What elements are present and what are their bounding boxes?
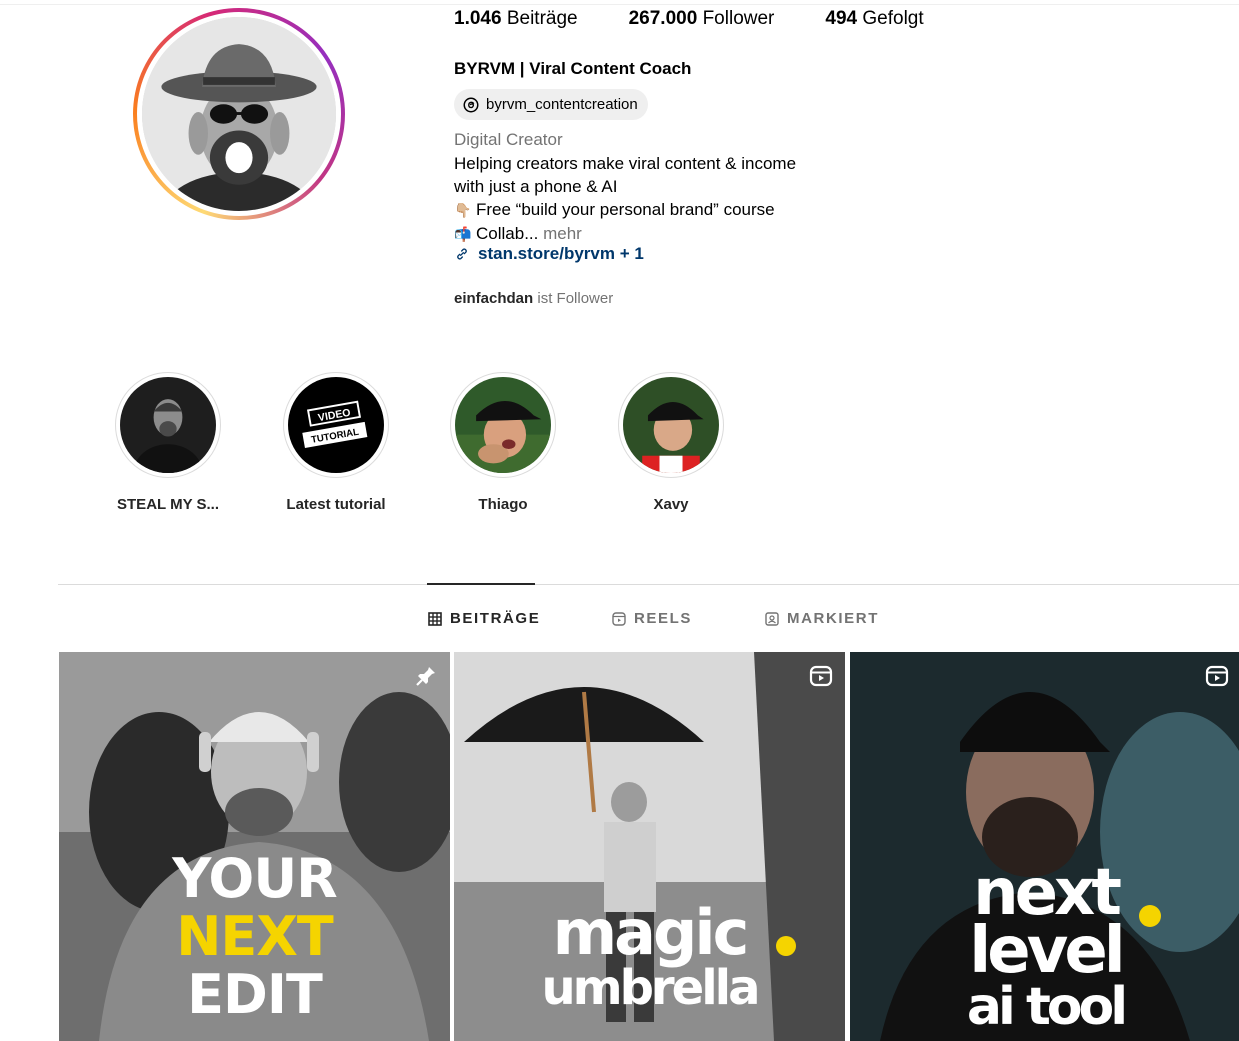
highlight-cover bbox=[455, 377, 551, 473]
pin-icon bbox=[416, 667, 435, 686]
highlight-label: Latest tutorial bbox=[286, 496, 386, 513]
link-icon bbox=[457, 248, 467, 260]
highlight-item[interactable]: Xavy bbox=[617, 372, 725, 513]
posts-count: 1.046 bbox=[454, 8, 502, 29]
highlight-ring: VIDEO TUTORIAL bbox=[283, 372, 389, 478]
caption-line: umbrella bbox=[541, 960, 760, 1016]
post-caption: YOUR NEXT EDIT bbox=[59, 850, 450, 1024]
top-divider bbox=[0, 4, 1239, 5]
bio-collab-text: Collab... bbox=[476, 224, 539, 243]
profile-stats: 1.046 Beiträge 267.000 Follower 494 Gefo… bbox=[454, 8, 964, 30]
stat-following[interactable]: 494 Gefolgt bbox=[825, 8, 923, 30]
bio-line: with just a phone & AI bbox=[454, 177, 618, 196]
reels-icon bbox=[612, 611, 626, 626]
bio-more-button[interactable]: mehr bbox=[543, 224, 582, 243]
profile-external-link[interactable]: stan.store/byrvm + 1 bbox=[454, 244, 644, 264]
threads-link-button[interactable]: byrvm_contentcreation bbox=[454, 89, 648, 120]
highlight-item[interactable]: Thiago bbox=[449, 372, 557, 513]
tagged-icon bbox=[765, 611, 779, 626]
mailbox-icon: 📬 bbox=[454, 226, 472, 242]
followers-label: Follower bbox=[702, 8, 775, 29]
following-count: 494 bbox=[825, 8, 858, 29]
bio-line: Helping creators make viral content & in… bbox=[454, 154, 797, 173]
yellow-dot bbox=[1139, 905, 1161, 927]
caption-line: level bbox=[969, 914, 1125, 988]
highlight-ring bbox=[450, 372, 556, 478]
highlight-item[interactable]: VIDEO TUTORIAL Latest tutorial bbox=[282, 372, 390, 513]
highlight-label: STEAL MY S... bbox=[117, 496, 219, 513]
profile-avatar[interactable] bbox=[133, 8, 345, 220]
tab-posts-label: BEITRÄGE bbox=[450, 610, 541, 627]
tab-tagged-label: MARKIERT bbox=[787, 610, 879, 627]
avatar-illustration bbox=[142, 17, 336, 211]
profile-full-name: BYRVM | Viral Content Coach bbox=[454, 59, 692, 78]
caption-line: EDIT bbox=[187, 963, 323, 1026]
bio-line: 📬 Collab... mehr bbox=[454, 222, 874, 246]
post-tile[interactable]: magic umbrella bbox=[454, 652, 845, 1041]
post-caption: magic umbrella bbox=[454, 902, 845, 1016]
profile-bio: Helping creators make viral content & in… bbox=[454, 152, 874, 246]
active-tab-indicator bbox=[427, 583, 535, 585]
reels-icon bbox=[809, 665, 833, 687]
avatar-inner bbox=[137, 12, 341, 216]
stat-posts: 1.046 Beiträge bbox=[454, 8, 578, 30]
tab-reels[interactable]: REELS bbox=[612, 610, 692, 627]
caption-line: ai tool bbox=[966, 977, 1128, 1037]
highlight-image bbox=[623, 377, 719, 473]
bio-course-text: Free “build your personal brand” course bbox=[476, 200, 775, 219]
followed-by[interactable]: einfachdan ist Follower bbox=[454, 290, 613, 307]
caption-line: YOUR bbox=[172, 847, 338, 910]
link-text: stan.store/byrvm + 1 bbox=[478, 244, 644, 263]
post-tile[interactable]: YOUR NEXT EDIT bbox=[59, 652, 450, 1041]
highlight-item[interactable]: STEAL MY S... bbox=[114, 372, 222, 513]
highlight-image bbox=[120, 377, 216, 473]
stat-followers[interactable]: 267.000 Follower bbox=[629, 8, 775, 30]
posts-label: Beiträge bbox=[506, 8, 578, 29]
highlight-label: Xavy bbox=[653, 496, 689, 513]
highlight-cover bbox=[623, 377, 719, 473]
highlight-image: VIDEO TUTORIAL bbox=[288, 377, 384, 473]
caption-line-highlight: NEXT bbox=[176, 905, 334, 968]
followed-by-suffix: ist Follower bbox=[537, 290, 614, 307]
highlight-cover bbox=[120, 377, 216, 473]
following-label: Gefolgt bbox=[862, 8, 924, 29]
profile-category: Digital Creator bbox=[454, 130, 563, 149]
highlight-image bbox=[455, 377, 551, 473]
followers-count: 267.000 bbox=[628, 8, 698, 29]
tab-reels-label: REELS bbox=[634, 610, 693, 627]
highlight-label: Thiago bbox=[478, 496, 528, 513]
yellow-dot bbox=[776, 936, 796, 956]
highlight-ring bbox=[115, 372, 221, 478]
avatar-photo bbox=[142, 17, 336, 211]
pointing-down-icon: 👇🏼 bbox=[454, 202, 472, 218]
tabs-divider bbox=[58, 584, 1239, 585]
reels-icon bbox=[1205, 665, 1229, 687]
highlight-cover: VIDEO TUTORIAL bbox=[288, 377, 384, 473]
followed-by-user: einfachdan bbox=[454, 290, 534, 307]
highlight-ring bbox=[618, 372, 724, 478]
tab-posts[interactable]: BEITRÄGE bbox=[428, 610, 540, 627]
post-caption: next level ai tool bbox=[850, 861, 1239, 1037]
threads-icon bbox=[463, 97, 479, 112]
bio-line: 👇🏼 Free “build your personal brand” cours… bbox=[454, 198, 874, 222]
tab-tagged[interactable]: MARKIERT bbox=[765, 610, 879, 627]
post-tile[interactable]: next level ai tool bbox=[850, 652, 1239, 1041]
threads-handle: byrvm_contentcreation bbox=[486, 96, 638, 113]
grid-icon bbox=[428, 611, 442, 626]
